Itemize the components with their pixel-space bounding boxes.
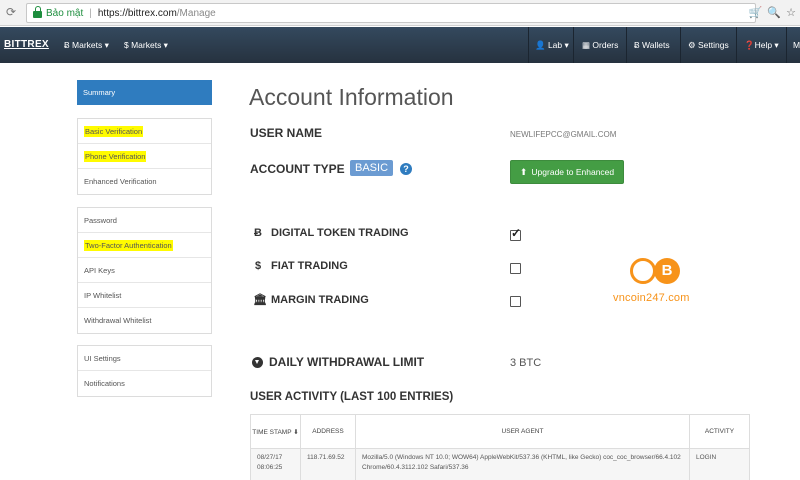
arrow-up-icon: ⬆ — [519, 166, 528, 177]
nav-orders[interactable]: ▦ Orders — [582, 40, 618, 51]
sidebar-item-notifications[interactable]: Notifications — [78, 371, 211, 396]
zoom-icon[interactable]: 🔍 — [767, 6, 781, 19]
sidebar-item-enhanced-verification[interactable]: Enhanced Verification — [78, 169, 211, 194]
page-title: Account Information — [249, 84, 454, 110]
sidebar-item-summary[interactable]: Summary — [77, 80, 212, 105]
digital-token-checkbox[interactable]: ✓ — [510, 226, 521, 241]
user-name-label: USER NAME — [250, 126, 323, 140]
secure-label: Bảo mật — [46, 7, 84, 19]
column-header-address: ADDRESS — [300, 414, 356, 449]
sidebar-other-group: UI Settings Notifications — [77, 345, 212, 397]
help-icon[interactable]: ? — [400, 163, 412, 175]
nav-lab[interactable]: 👤 Lab ▾ — [535, 40, 569, 51]
nav-more[interactable]: M — [793, 40, 800, 50]
column-header-user-agent: USER AGENT — [355, 414, 690, 449]
nav-usd-markets[interactable]: $ Markets ▾ — [124, 40, 168, 51]
sidebar-verification-group: Basic Verification Phone Verification En… — [77, 118, 212, 195]
fiat-checkbox[interactable] — [510, 263, 521, 274]
activity-table: TIME STAMP ⬇ ADDRESS USER AGENT ACTIVITY… — [250, 414, 750, 480]
cell-timestamp: 08/27/17 08:06:25 — [250, 448, 301, 480]
watermark-bitcoin-icon: B — [654, 258, 680, 284]
user-name-value: NEWLIFEPCC@GMAIL.COM — [510, 130, 617, 139]
sort-down-icon: ⬇ — [293, 428, 299, 436]
sidebar-item-basic-verification[interactable]: Basic Verification — [78, 119, 211, 144]
trading-row-margin: 🏛 MARGIN TRADING — [253, 293, 369, 307]
column-header-activity: ACTIVITY — [689, 414, 750, 449]
url-host: https://bittrex.com — [97, 7, 177, 19]
trading-label: DIGITAL TOKEN TRADING — [271, 227, 409, 239]
account-type-label: ACCOUNT TYPE — [250, 162, 345, 176]
checkmark-icon: ✓ — [511, 226, 522, 240]
address-bar[interactable]: Bảo mật | https://bittrex.com/Manage — [26, 3, 756, 23]
sidebar-item-phone-verification[interactable]: Phone Verification — [78, 144, 211, 169]
sidebar-security-group: Password Two-Factor Authentication API K… — [77, 207, 212, 334]
sidebar-item-ui-settings[interactable]: UI Settings — [78, 346, 211, 371]
sidebar-item-label: Basic Verification — [84, 125, 144, 137]
column-header-timestamp[interactable]: TIME STAMP ⬇ — [250, 414, 301, 449]
sidebar-item-withdrawal-whitelist[interactable]: Withdrawal Whitelist — [78, 308, 211, 333]
reload-icon[interactable]: ⟳ — [6, 5, 16, 19]
lock-icon — [33, 5, 42, 18]
sidebar-item-api-keys[interactable]: API Keys — [78, 258, 211, 283]
table-row: 08/27/17 08:06:25 118.71.69.52 Mozilla/5… — [250, 448, 750, 480]
cart-icon[interactable]: 🛒 — [749, 6, 763, 19]
help-circle-icon: ❓ — [744, 40, 755, 50]
trading-label: MARGIN TRADING — [271, 293, 369, 306]
browser-chrome: ⟳ Bảo mật | https://bittrex.com/Manage 🛒… — [0, 0, 800, 26]
bank-icon: 🏛 — [253, 294, 267, 306]
activity-heading: USER ACTIVITY (LAST 100 ENTRIES) — [250, 391, 454, 403]
nav-settings[interactable]: ⚙ Settings — [688, 40, 729, 51]
url-separator: | — [89, 7, 92, 19]
watermark-text: vncoin247.com — [613, 292, 690, 304]
trading-label: FIAT TRADING — [271, 260, 348, 272]
nav-help[interactable]: ❓Help ▾ — [744, 40, 779, 51]
gear-icon: ⚙ — [688, 40, 698, 50]
sidebar-item-ip-whitelist[interactable]: IP Whitelist — [78, 283, 211, 308]
sidebar-item-label: Two-Factor Authentication — [84, 239, 173, 251]
table-header-row: TIME STAMP ⬇ ADDRESS USER AGENT ACTIVITY — [250, 414, 750, 449]
download-icon — [252, 357, 263, 368]
wallet-icon: Ƀ — [634, 40, 643, 50]
top-nav: BITTREX Ƀ Markets ▾ $ Markets ▾ 👤 Lab ▾ … — [0, 27, 800, 63]
upgrade-button-label: Upgrade to Enhanced — [531, 167, 615, 177]
cell-address: 118.71.69.52 — [300, 448, 356, 480]
trading-row-digital-token: Ƀ DIGITAL TOKEN TRADING — [253, 227, 409, 239]
withdrawal-limit-value: 3 BTC — [510, 357, 542, 369]
withdrawal-limit-label: DAILY WITHDRAWAL LIMIT — [269, 355, 425, 369]
trading-row-fiat: $ FIAT TRADING — [253, 260, 348, 272]
watermark-ring — [630, 258, 656, 284]
sidebar-summary-group: Summary — [77, 80, 212, 105]
dollar-icon: $ — [254, 260, 262, 272]
brand-logo[interactable]: BITTREX — [4, 39, 49, 50]
sidebar-item-password[interactable]: Password — [78, 208, 211, 233]
sidebar-item-label: Phone Verification — [84, 150, 147, 162]
sidebar-item-two-factor[interactable]: Two-Factor Authentication — [78, 233, 211, 258]
nav-wallets[interactable]: Ƀ Wallets — [634, 40, 670, 50]
cell-activity: LOGIN — [689, 448, 750, 480]
user-icon: 👤 — [535, 40, 548, 50]
upgrade-button[interactable]: ⬆ Upgrade to Enhanced — [510, 160, 624, 184]
orders-icon: ▦ — [582, 40, 593, 50]
browser-actions: 🛒 🔍 ☆ — [749, 6, 796, 19]
account-type-badge: BASIC — [350, 160, 394, 176]
margin-checkbox[interactable] — [510, 296, 521, 307]
star-icon[interactable]: ☆ — [786, 6, 796, 19]
nav-btc-markets[interactable]: Ƀ Markets ▾ — [64, 40, 109, 51]
url-path: /Manage — [176, 7, 216, 19]
bitcoin-icon: Ƀ — [254, 227, 262, 239]
cell-user-agent: Mozilla/5.0 (Windows NT 10.0; WOW64) App… — [355, 448, 690, 480]
